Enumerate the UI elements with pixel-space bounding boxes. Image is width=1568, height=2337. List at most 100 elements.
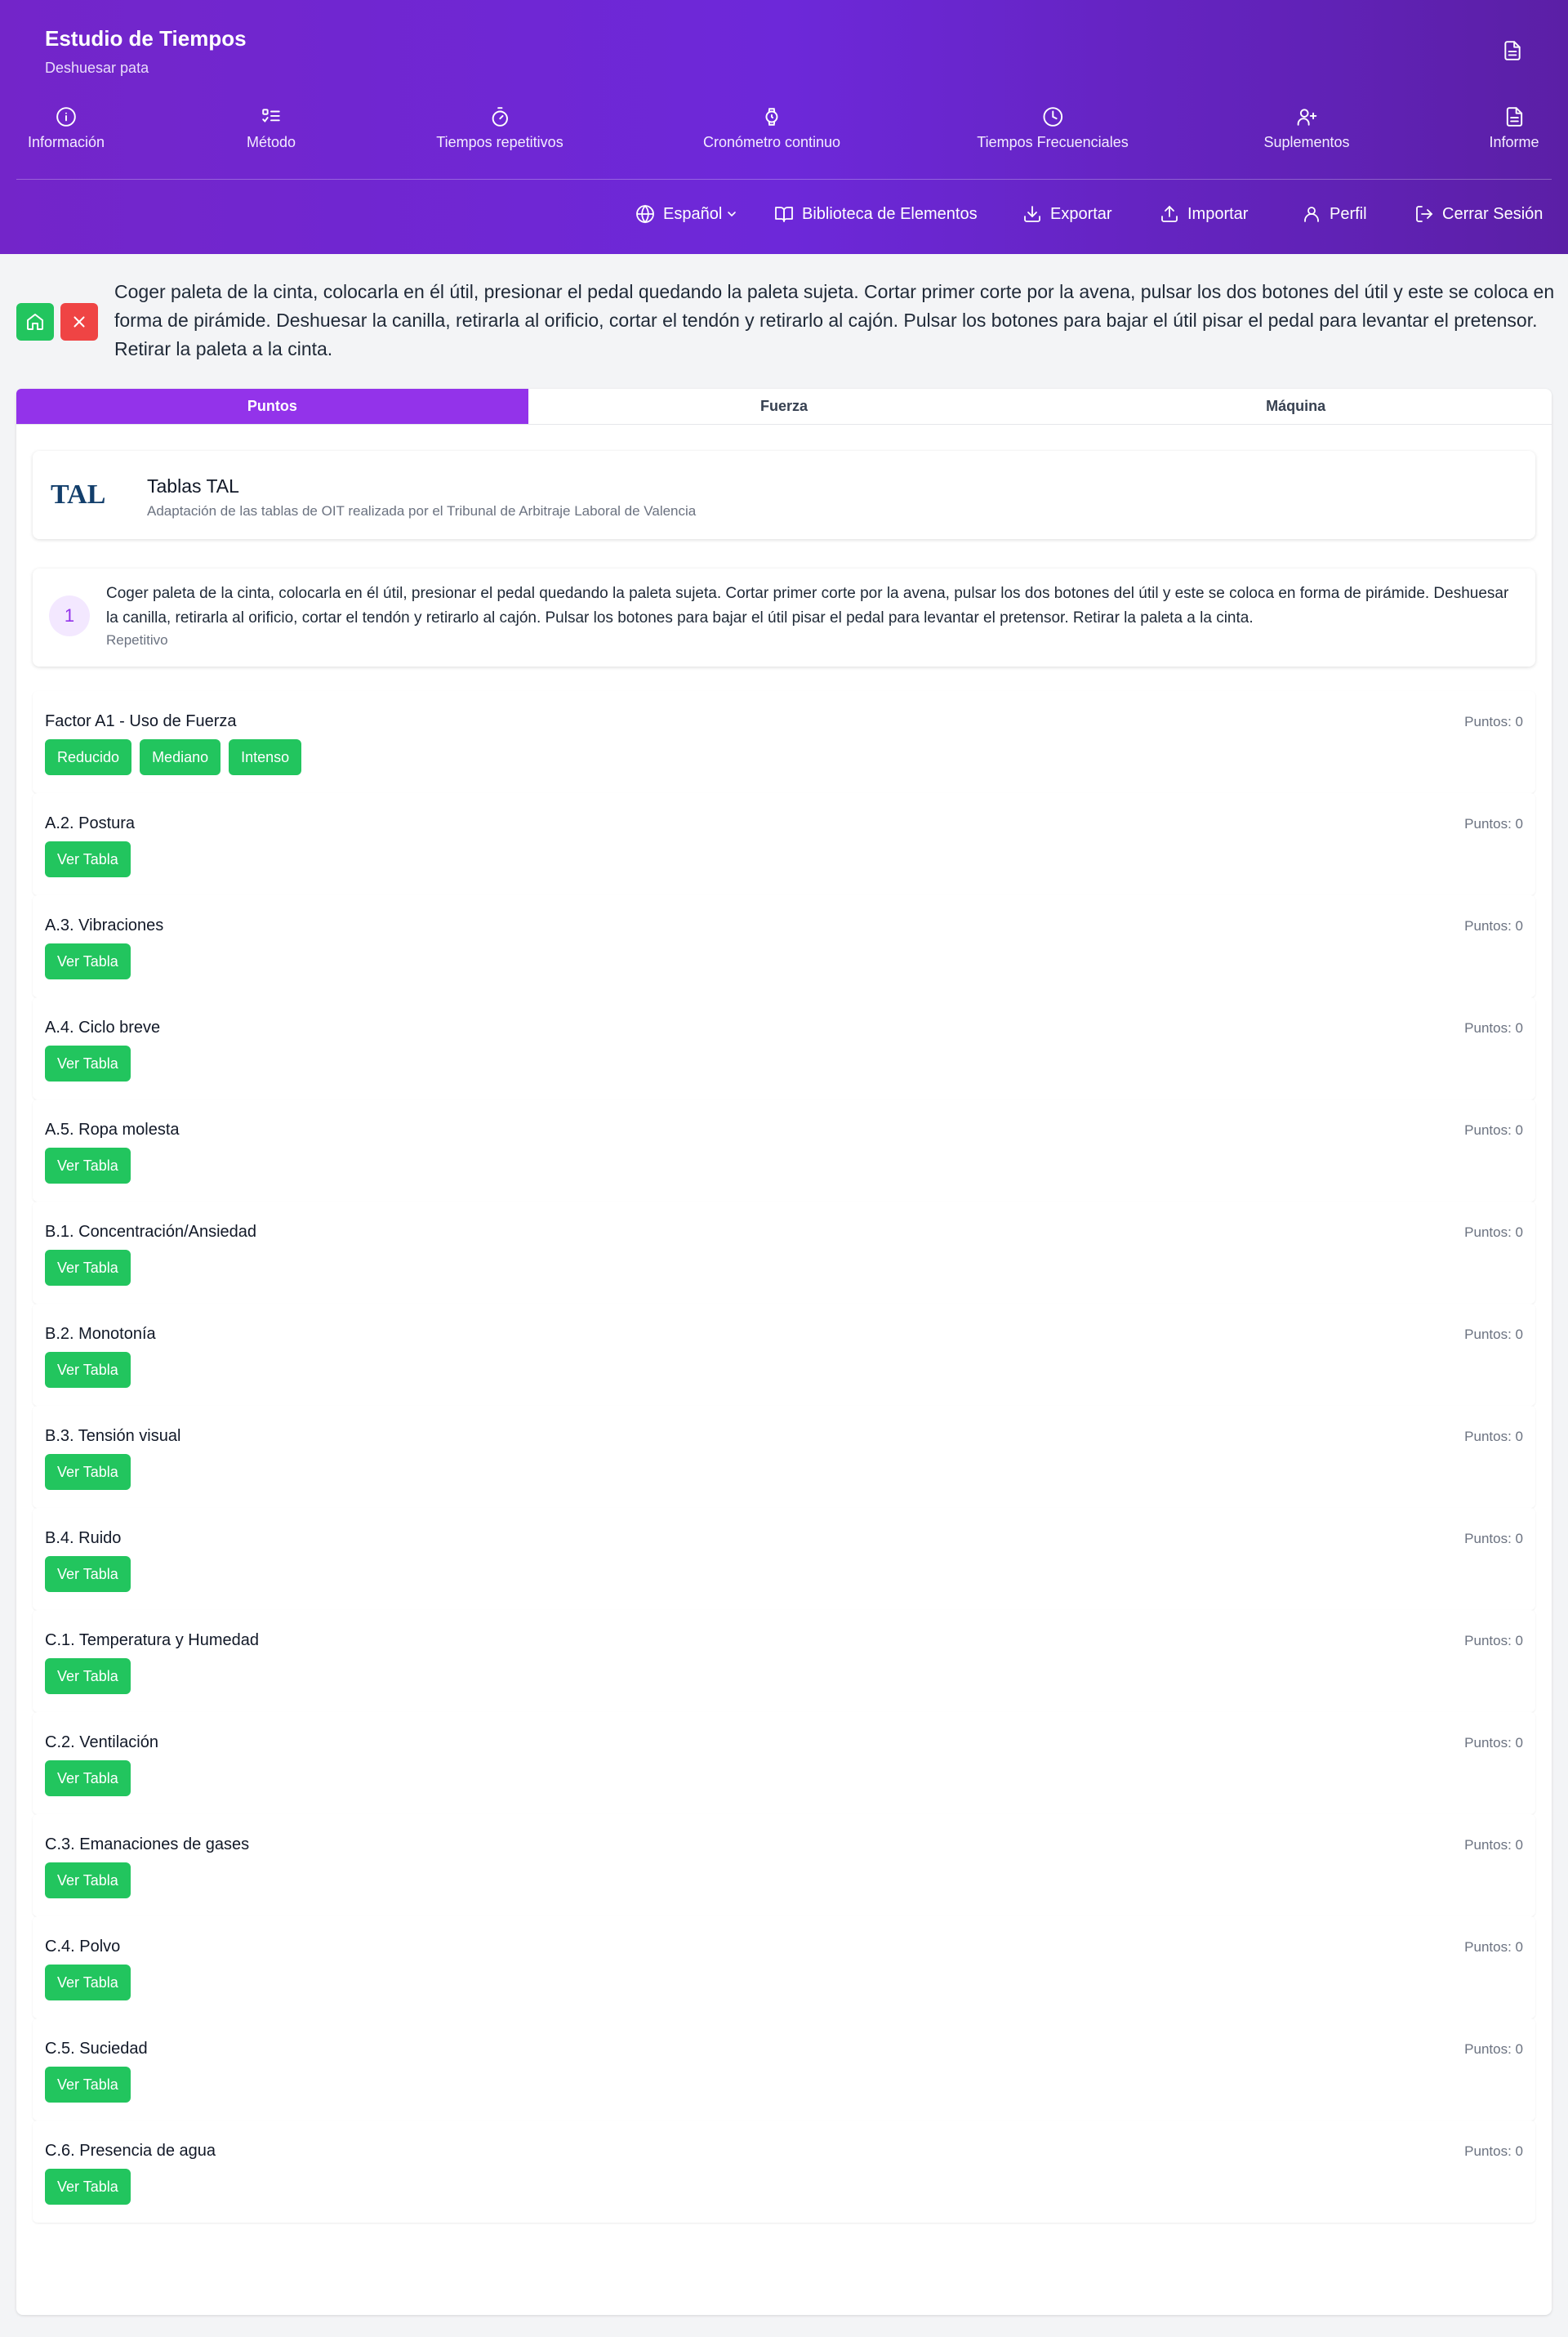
view-table-button[interactable]: Ver Tabla [45,1658,131,1694]
nav-label: Cronómetro continuo [702,134,841,150]
factor-points: Puntos: 0 [1464,1020,1523,1036]
nav-label: Método [246,134,296,150]
factor-name: B.1. Concentración/Ansiedad [45,1223,257,1241]
factor-buttons: Ver Tabla [45,1250,131,1286]
nav-item-tiempos-repetitivos[interactable]: Tiempos repetitivos [436,106,564,151]
export-label: Exportar [1050,204,1112,223]
factor-name: A.3. Vibraciones [45,917,164,934]
nav-item-tiempos-frecuenciales[interactable]: Tiempos Frecuenciales [977,106,1129,151]
import-button[interactable]: Importar [1160,204,1248,224]
view-table-button[interactable]: Ver Tabla [45,2067,131,2103]
view-table-button[interactable]: Ver Tabla [45,841,131,877]
task-text: Coger paleta de la cinta, colocarla en é… [106,585,1509,627]
upload-icon [1161,205,1178,222]
factor-points: Puntos: 0 [1464,1122,1523,1138]
force-level-button[interactable]: Reducido [45,739,132,775]
globe-icon [636,204,654,224]
factor-name: A.4. Ciclo breve [45,1019,161,1037]
supplements-panel: Puntos Fuerza Máquina TAL Tablas TAL Ada… [16,389,1552,2315]
factor-points: Puntos: 0 [1464,1327,1523,1342]
chevron-down-icon [728,212,737,217]
factor-row: C.1. Temperatura y Humedad Puntos: 0 Ver T… [33,1610,1535,1712]
book-open-icon [775,207,793,222]
factor-name: B.2. Monotonía [45,1325,156,1343]
tal-logo: TAL [51,479,105,510]
tal-tables-card: TAL Tablas TAL Adaptación de las tablas … [33,451,1535,539]
factor-points: Puntos: 0 [1464,2041,1523,2057]
profile-button[interactable]: Perfil [1302,204,1367,224]
factor-name: B.3. Tensión visual [45,1427,181,1445]
factor-name: C.5. Suciedad [45,2040,148,2058]
view-table-button[interactable]: Ver Tabla [45,1148,131,1184]
view-table-button[interactable]: Ver Tabla [45,1250,131,1286]
main-nav: Información Método Tiempos repetitivos C… [0,106,1568,163]
language-label: Español [663,204,723,223]
view-table-button[interactable]: Ver Tabla [45,1760,131,1796]
logout-label: Cerrar Sesión [1442,204,1544,223]
user-plus-icon [1297,109,1316,126]
factor-buttons: Ver Tabla [45,1965,131,2000]
profile-label: Perfil [1330,204,1367,223]
watch-icon [765,108,778,126]
nav-label: Informe [1489,134,1539,150]
close-button[interactable] [60,303,98,341]
factor-row: C.3. Emanaciones de gases Puntos: 0 Ver Ta… [33,1814,1535,1916]
factor-buttons: Ver Tabla [45,943,131,979]
view-table-button[interactable]: Ver Tabla [45,1556,131,1592]
header-toolbar: Español Biblioteca de Elementos Exportar… [0,204,1568,234]
tab-puntos[interactable]: Puntos [16,389,528,424]
factor-buttons: Ver Tabla [45,1760,131,1796]
factor-points: Puntos: 0 [1464,1224,1523,1240]
logout-icon [1416,206,1433,222]
view-table-button[interactable]: Ver Tabla [45,943,131,979]
file-text-icon [1506,107,1522,127]
study-subtitle: Deshuesar pata [45,60,149,76]
factor-row: B.4. Ruido Puntos: 0 Ver Tabla [33,1508,1535,1610]
factor-buttons: Ver Tabla [45,2169,131,2205]
language-select[interactable]: Español [635,204,738,224]
factor-buttons: Ver Tabla [45,2067,131,2103]
nav-item-cronometro-continuo[interactable]: Cronómetro continuo [703,106,840,151]
clock-icon [1043,107,1062,127]
view-table-button[interactable]: Ver Tabla [45,1862,131,1898]
logout-button[interactable]: Cerrar Sesión [1414,204,1543,224]
view-table-button[interactable]: Ver Tabla [45,1046,131,1082]
view-table-button[interactable]: Ver Tabla [45,2169,131,2205]
factor-name: A.2. Postura [45,814,136,832]
factor-row: C.5. Suciedad Puntos: 0 Ver Tabla [33,2018,1535,2121]
nav-item-informacion[interactable]: Información [28,106,105,151]
tab-fuerza[interactable]: Fuerza [528,389,1040,424]
factor-row: C.2. Ventilación Puntos: 0 Ver Tabla [33,1712,1535,1814]
info-icon [56,107,76,127]
factor-name: C.1. Temperatura y Humedad [45,1631,259,1649]
factor-name: C.3. Emanaciones de gases [45,1835,250,1853]
factor-points: Puntos: 0 [1464,1633,1523,1648]
download-icon [1024,206,1040,222]
force-level-button[interactable]: Mediano [140,739,221,775]
element-library-button[interactable]: Biblioteca de Elementos [774,204,978,224]
factor-buttons: Ver Tabla [45,1148,131,1184]
task-number-badge: 1 [49,595,90,636]
view-table-button[interactable]: Ver Tabla [45,1352,131,1388]
document-icon[interactable] [1502,39,1523,62]
nav-label: Información [27,134,105,150]
nav-label: Tiempos Frecuenciales [977,134,1129,150]
factor-row: A.2. Postura Puntos: 0 Ver Tabla [33,793,1535,895]
nav-item-metodo[interactable]: Método [247,106,296,151]
export-button[interactable]: Exportar [1022,204,1112,224]
task-card[interactable]: 1 Coger paleta de la cinta, colocarla en… [33,569,1535,667]
home-button[interactable] [16,303,54,341]
factor-points: Puntos: 0 [1464,1939,1523,1955]
factor-points: Puntos: 0 [1464,1837,1523,1853]
nav-label: Suplementos [1263,134,1350,150]
tab-bar: Puntos Fuerza Máquina [16,389,1552,425]
factor-buttons: Ver Tabla [45,1658,131,1694]
force-level-button[interactable]: Intenso [229,739,302,775]
tab-maquina[interactable]: Máquina [1040,389,1552,424]
app-header: Estudio de Tiempos Deshuesar pata Inform… [0,0,1568,254]
factor-points: Puntos: 0 [1464,816,1523,832]
nav-item-informe[interactable]: Informe [1489,106,1539,151]
view-table-button[interactable]: Ver Tabla [45,1965,131,2000]
nav-item-suplementos[interactable]: Suplementos [1263,106,1350,151]
view-table-button[interactable]: Ver Tabla [45,1454,131,1490]
